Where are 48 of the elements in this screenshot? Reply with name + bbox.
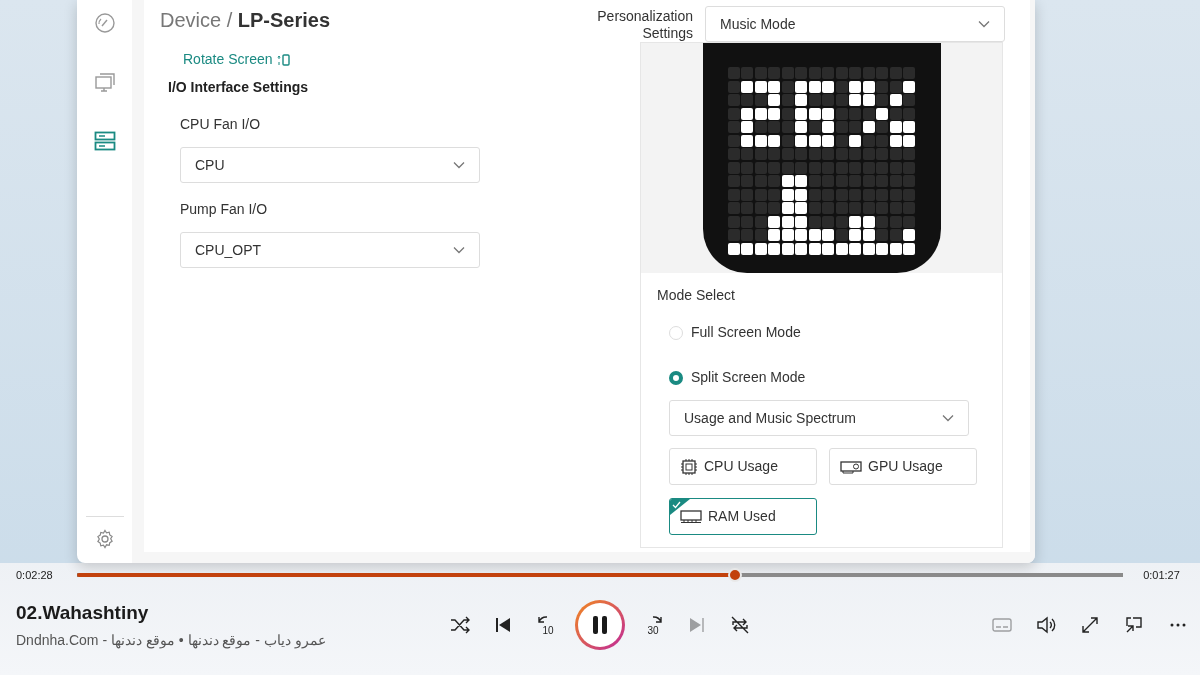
speaker-icon	[1036, 615, 1056, 634]
monitor-icon	[93, 71, 116, 93]
field-label: Pump Fan I/O	[180, 200, 269, 219]
shuffle-icon	[450, 615, 470, 634]
chevron-down-icon	[453, 246, 465, 254]
more-icon	[1170, 622, 1186, 627]
captions-icon	[992, 616, 1012, 633]
chip-icon	[680, 457, 698, 476]
previous-icon	[495, 616, 511, 633]
graphics-card-icon	[840, 459, 862, 474]
pause-icon	[592, 614, 608, 635]
repeat-off-icon	[730, 614, 750, 635]
server-list-icon	[93, 131, 116, 151]
track-subtitle: Dndnha.Com - عمرو دياب - موقع دندنها • موقع دندنها	[15, 630, 327, 651]
seconds-label: 30	[647, 624, 659, 636]
seek-handle[interactable]	[727, 568, 742, 582]
chevron-down-icon	[942, 414, 954, 422]
dropdown-select[interactable]: CPU	[180, 147, 480, 183]
memory-stick-icon	[680, 509, 702, 524]
metric-toggle[interactable]: CPU Usage	[669, 448, 817, 485]
remaining-time: 0:01:27	[1142, 567, 1181, 583]
metric-toggle[interactable]: GPU Usage	[829, 448, 977, 485]
field-label: Mode Select	[657, 286, 736, 305]
dropdown-select[interactable]: CPU_OPT	[180, 232, 480, 268]
mini-player-icon	[1125, 615, 1143, 634]
rotate-phone-icon	[276, 52, 291, 67]
metric-toggle[interactable]: RAM Used	[669, 498, 817, 535]
seconds-label: 10	[542, 624, 554, 636]
field-label: Personalization Settings	[596, 8, 693, 42]
field-label: CPU Fan I/O	[180, 115, 262, 134]
track-title: 02.Wahashtiny	[15, 601, 150, 625]
settings-icon	[94, 529, 115, 549]
dropdown-select[interactable]: Usage and Music Spectrum	[669, 400, 969, 436]
dropdown-select[interactable]: Music Mode	[705, 6, 1005, 42]
chevron-down-icon	[453, 161, 465, 169]
forward-button[interactable]: 30	[636, 606, 672, 643]
gauge-icon	[93, 12, 116, 34]
section-title: I/O Interface Settings	[168, 78, 310, 97]
rotate-screen-link[interactable]: Rotate Screen	[183, 49, 291, 70]
rewind-button[interactable]: 10	[528, 606, 564, 643]
radio-option[interactable]: Split Screen Mode	[669, 367, 806, 388]
check-icon	[670, 499, 690, 515]
breadcrumb: Device / LP-Series	[160, 8, 332, 33]
chevron-down-icon	[978, 20, 990, 28]
radio-option[interactable]: Full Screen Mode	[669, 322, 801, 343]
fullscreen-icon	[1081, 615, 1099, 634]
elapsed-time: 0:02:28	[15, 567, 54, 583]
next-icon	[689, 616, 705, 633]
